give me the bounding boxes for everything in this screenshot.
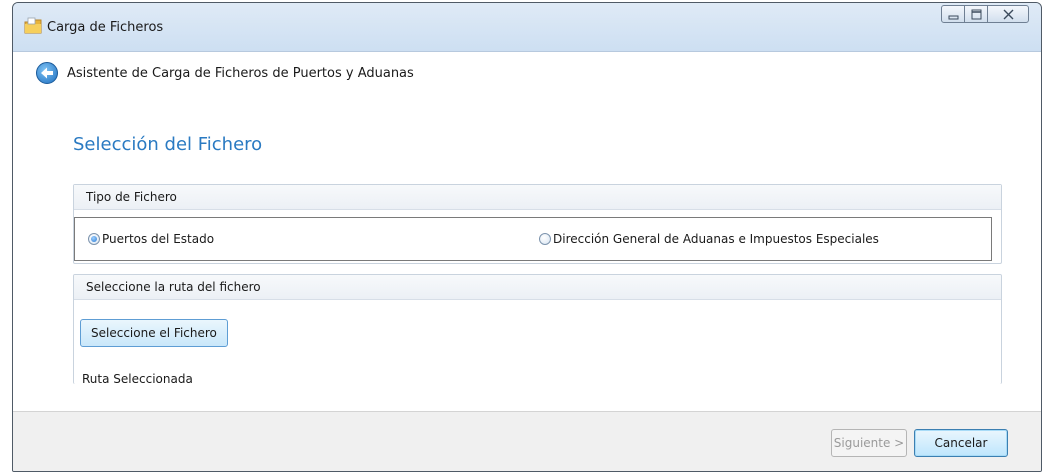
close-icon [1003, 9, 1014, 20]
maximize-button[interactable] [964, 5, 988, 23]
title-bar[interactable]: Carga de Ficheros [13, 3, 1041, 51]
file-type-header: Tipo de Fichero [74, 185, 1001, 210]
window-title: Carga de Ficheros [47, 20, 164, 35]
file-path-header: Seleccione la ruta del fichero [74, 275, 1001, 300]
radio-label: Puertos del Estado [102, 232, 215, 246]
window-controls [941, 5, 1029, 23]
close-button[interactable] [987, 5, 1029, 23]
wizard-content: Asistente de Carga de Ficheros de Puerto… [13, 51, 1041, 412]
file-type-options: Puertos del Estado Dirección General de … [74, 217, 992, 261]
maximize-icon [971, 9, 982, 20]
radio-label: Dirección General de Aduanas e Impuestos… [553, 232, 879, 246]
wizard-title: Asistente de Carga de Ficheros de Puerto… [67, 66, 414, 81]
minimize-icon [948, 15, 959, 20]
back-button[interactable] [36, 62, 58, 84]
arrow-left-icon [41, 67, 53, 79]
radio-aduanas[interactable]: Dirección General de Aduanas e Impuestos… [539, 232, 879, 246]
select-file-button[interactable]: Seleccione el Fichero [80, 319, 228, 347]
file-path-group: Seleccione la ruta del fichero Seleccion… [73, 274, 1002, 384]
radio-unchecked-icon[interactable] [539, 233, 551, 245]
app-window: Carga de Ficheros Asistente de Carga de … [12, 2, 1042, 472]
minimize-button[interactable] [941, 5, 965, 23]
radio-checked-icon[interactable] [88, 233, 100, 245]
wizard-footer: Siguiente > Cancelar [13, 411, 1041, 471]
next-button[interactable]: Siguiente > [831, 429, 907, 457]
page-title: Selección del Fichero [73, 134, 263, 155]
file-type-group: Tipo de Fichero Puertos del Estado Direc… [73, 184, 1002, 264]
selected-path-label: Ruta Seleccionada [82, 372, 193, 384]
folder-icon [23, 16, 43, 36]
radio-puertos-del-estado[interactable]: Puertos del Estado [88, 232, 214, 246]
wizard-navbar: Asistente de Carga de Ficheros de Puerto… [13, 52, 1041, 98]
cancel-button[interactable]: Cancelar [914, 429, 1008, 457]
